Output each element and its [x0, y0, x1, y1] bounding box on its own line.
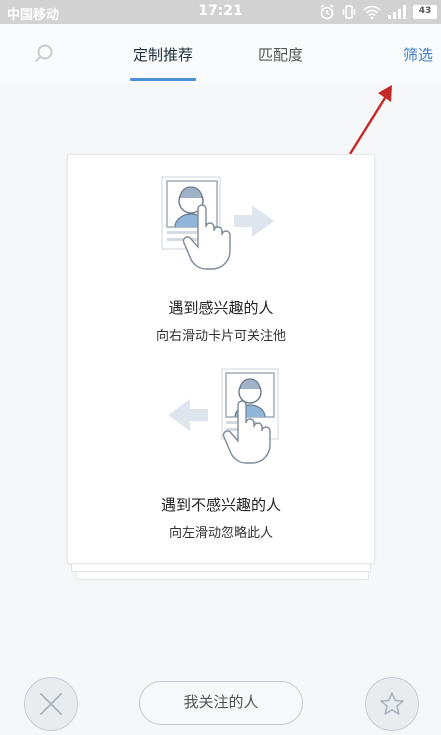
- search-icon[interactable]: [32, 42, 56, 66]
- dislike-guide-title: 遇到不感兴趣的人: [160, 496, 281, 514]
- my-following-button[interactable]: 我关注的人: [139, 681, 303, 725]
- close-icon: [40, 693, 62, 715]
- active-tab-indicator: [130, 78, 196, 81]
- like-button[interactable]: [365, 677, 419, 731]
- dislike-button[interactable]: [24, 677, 78, 731]
- status-bar: 中国移动 17:21 43: [0, 0, 441, 24]
- star-icon: [380, 692, 404, 715]
- battery-icon: 43: [413, 5, 437, 19]
- annotation-arrow: [348, 85, 392, 155]
- like-guide-title: 遇到感兴趣的人: [168, 299, 274, 317]
- swipe-right-illustration: [161, 176, 274, 270]
- signal-icon: [388, 5, 406, 19]
- tab-recommend[interactable]: 定制推荐: [133, 44, 193, 65]
- alarm-icon: [320, 4, 334, 20]
- swipe-guide-card[interactable]: 遇到感兴趣的人 向右滑动卡片可关注他 遇到不感兴趣的人 向左滑动忽略此人: [67, 154, 375, 564]
- status-icons: 43: [319, 3, 437, 21]
- vibrate-icon: [342, 5, 356, 19]
- wifi-icon: [363, 5, 381, 20]
- filter-button[interactable]: 筛选: [403, 44, 433, 65]
- tab-match-degree[interactable]: 匹配度: [258, 44, 303, 65]
- top-tab-bar: 定制推荐 匹配度 筛选: [0, 24, 441, 84]
- dislike-guide-hint: 向左滑动忽略此人: [168, 526, 273, 541]
- swipe-left-illustration: [168, 368, 279, 464]
- like-guide-hint: 向右滑动卡片可关注他: [155, 329, 286, 344]
